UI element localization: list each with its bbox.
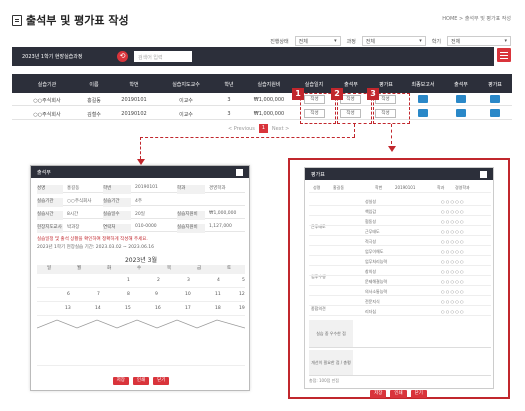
connector (391, 124, 392, 144)
close-button[interactable]: 닫기 (410, 390, 427, 398)
report-icon[interactable] (418, 95, 428, 103)
course-toolbar: 2023년 1학기 현장실습과정 ⟲ 검색어 입력 (12, 47, 494, 66)
attendance-info: 성명 홍길동 학번 20190101 학과 경영학과 실습기관 ○○주식회사 실… (37, 183, 245, 233)
page-title-text: 출석부 및 평가표 작성 (26, 14, 129, 27)
print-button[interactable]: 인쇄 (132, 377, 150, 385)
close-icon[interactable] (480, 170, 487, 178)
course-label: 2023년 1학기 현장실습과정 (22, 54, 83, 60)
refresh-button[interactable]: ⟲ (117, 51, 128, 62)
page-number[interactable]: 1 (258, 124, 268, 133)
col-att2: 출석부 (454, 82, 468, 88)
col-log: 실습일지 (304, 82, 324, 88)
col-org: 실습기관 (37, 82, 57, 88)
table-row: ○○주식회사 홍길동 20190101 이교수 3 ₩1,000,000 작성 … (12, 94, 512, 106)
calendar-break (37, 319, 245, 329)
eval-footer-note: 총점: 100점 만점 (309, 378, 339, 383)
status-select[interactable]: 전체 ▾ (294, 36, 341, 46)
evaluation-highlight: 평가표 성명 홍길동 학번 20190101 학과 경영학과 근무태도 업무수행… (288, 158, 510, 399)
col-fee: 실습지원비 (257, 82, 281, 88)
eval-item[interactable]: 업무이해도 ○ ○ ○ ○ ○ (309, 248, 491, 256)
badge-2: 2 (331, 88, 343, 100)
calendar-week (37, 336, 245, 366)
eval-item[interactable]: 창의성 ○ ○ ○ ○ ○ (309, 268, 491, 276)
arrow-down-icon (388, 146, 396, 152)
next-page-button[interactable]: Next > (272, 126, 289, 132)
filter-label-course: 과정 (346, 38, 356, 45)
evaluation-panel: 평가표 성명 홍길동 학번 20190101 학과 경영학과 근무태도 업무수행… (304, 167, 494, 389)
evaluation-actions: 저장 인쇄 닫기 (290, 390, 507, 398)
comment-field[interactable]: 개선이 필요한 점 / 총평 (309, 350, 491, 376)
filter-bar: 진행상태 전체 ▾ 과정 전체 ▾ 학기 전체 ▾ (270, 36, 511, 46)
col-eval2: 평가표 (488, 82, 502, 88)
table-row: ○○주식회사 김철수 20190102 이교수 3 ₩1,000,000 작성 … (12, 108, 512, 120)
breadcrumb: HOME > 출석부 및 평가표 작성 (442, 16, 511, 22)
connector (140, 137, 141, 159)
calendar-week: 6 7 8 9 10 11 12 (37, 290, 245, 302)
attendance-icon[interactable] (456, 95, 466, 103)
eval-item[interactable]: 의사소통능력 ○ ○ ○ ○ ○ (309, 288, 491, 296)
calendar-week: 1 2 3 4 5 (37, 276, 245, 288)
document-icon (12, 14, 22, 26)
calendar-week: 13 14 15 16 17 18 19 (37, 304, 245, 316)
report-icon[interactable] (418, 109, 428, 117)
save-button[interactable]: 저장 (112, 377, 129, 385)
search-input[interactable]: 검색어 입력 (134, 51, 192, 62)
eval-item[interactable]: 리더십 ○ ○ ○ ○ ○ (309, 308, 491, 316)
attendance-panel-title: 출석부 (37, 169, 51, 176)
eval-item[interactable]: 문제해결능력 ○ ○ ○ ○ ○ (309, 278, 491, 286)
pagination: < Previous 1 Next > (228, 124, 289, 133)
connector (354, 124, 355, 137)
filter-label-term: 학기 (431, 38, 441, 45)
eval-item[interactable]: 성실성 ○ ○ ○ ○ ○ (309, 198, 491, 206)
col-year: 학년 (224, 82, 234, 88)
calendar-weekdays: 일 월 화 수 목 금 토 (37, 265, 245, 274)
table-header: 실습기관 이름 학번 실습지도교수 학년 실습지원비 실습일지 출석부 평가표 … (12, 74, 512, 93)
eval-item[interactable]: 근무태도 ○ ○ ○ ○ ○ (309, 228, 491, 236)
eval-item[interactable]: 책임감 ○ ○ ○ ○ ○ (309, 208, 491, 216)
attendance-panel: 출석부 성명 홍길동 학번 20190101 학과 경영학과 실습기관 ○○주식… (30, 165, 250, 391)
close-icon[interactable] (236, 168, 243, 176)
col-report: 최종보고서 (411, 82, 435, 88)
attendance-actions: 저장 인쇄 닫기 (31, 377, 251, 385)
chevron-down-icon: ▾ (334, 38, 337, 44)
calendar-month: 2023년 3월 (124, 257, 158, 264)
close-button[interactable]: 닫기 (153, 377, 170, 385)
attendance-warning: 실습일정 및 출석 상황을 확인하여 정확하게 작성해 주세요. (37, 237, 148, 242)
eval-item[interactable]: 적극성 ○ ○ ○ ○ ○ (309, 238, 491, 246)
evaluation-icon[interactable] (490, 95, 500, 103)
col-eval: 평가표 (379, 82, 393, 88)
chevron-down-icon: ▾ (504, 38, 507, 44)
evaluation-info: 성명 홍길동 학번 20190101 학과 경영학과 (309, 184, 491, 193)
evaluation-icon[interactable] (490, 109, 500, 117)
eval-item[interactable]: 업무처리능력 ○ ○ ○ ○ ○ (309, 258, 491, 266)
print-button[interactable]: 인쇄 (390, 390, 407, 398)
col-att: 출석부 (344, 82, 358, 88)
eval-item[interactable]: 협동성 ○ ○ ○ ○ ○ (309, 218, 491, 226)
col-prof: 실습지도교수 (172, 82, 200, 88)
chevron-down-icon: ▾ (419, 38, 422, 44)
attendance-icon[interactable] (456, 109, 466, 117)
filter-label-status: 진행상태 (270, 38, 289, 45)
badge-1: 1 (292, 88, 304, 100)
attendance-panel-header: 출석부 (31, 166, 249, 178)
term-select[interactable]: 전체 ▾ (447, 36, 511, 46)
prev-page-button[interactable]: < Previous (228, 126, 255, 132)
evaluation-panel-title: 평가표 (311, 171, 325, 178)
evaluation-panel-header: 평가표 (305, 168, 493, 180)
comment-field[interactable]: 실습 중 우수한 점 (309, 320, 491, 348)
menu-button[interactable] (497, 48, 511, 62)
course-select[interactable]: 전체 ▾ (361, 36, 426, 46)
badge-3: 3 (367, 88, 379, 100)
connector (140, 137, 355, 138)
col-name: 이름 (89, 82, 99, 88)
page-title: 출석부 및 평가표 작성 (12, 12, 129, 28)
col-id: 학번 (129, 82, 139, 88)
attendance-note: 2023년 1학기 현장실습 기간: 2023.03.02 ~ 2023.06.… (37, 245, 154, 250)
eval-item[interactable]: 전문지식 ○ ○ ○ ○ ○ (309, 298, 491, 306)
save-button[interactable]: 저장 (370, 390, 387, 398)
